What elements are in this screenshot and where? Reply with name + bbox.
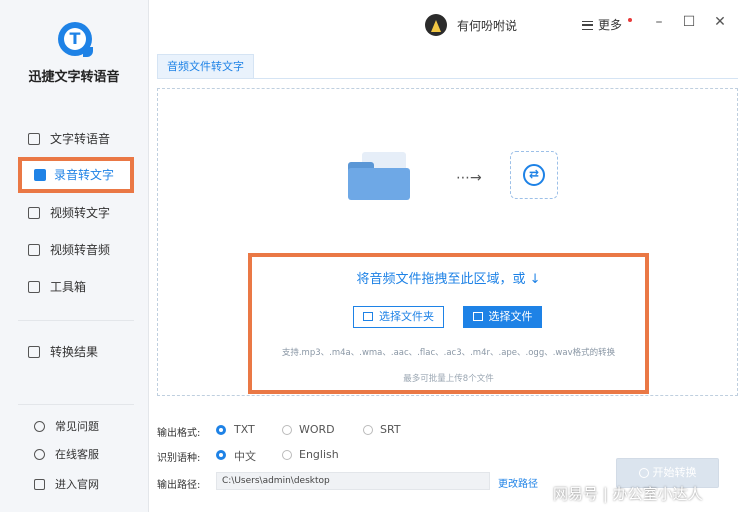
close-icon[interactable]: ✕ — [710, 12, 730, 32]
recording-to-text-icon — [34, 169, 46, 181]
sidebar-item-text-to-speech[interactable]: 文字转语音 — [28, 126, 110, 152]
radio-chinese[interactable] — [216, 450, 226, 460]
sidebar-item-label: 视频转音频 — [50, 243, 111, 257]
select-folder-label: 选择文件夹 — [379, 310, 434, 323]
sidebar-item-video-to-text[interactable]: 视频转文字 — [28, 200, 110, 226]
convert-icon: ⇄ — [523, 164, 545, 186]
folder-outline-icon — [363, 312, 373, 321]
minimize-icon[interactable]: – — [649, 12, 669, 32]
sidebar-divider — [18, 404, 134, 405]
help-icon — [34, 421, 45, 432]
menu-icon — [582, 21, 593, 30]
language-label: 识别语种: — [157, 453, 201, 464]
radio-english-label: English — [299, 448, 339, 461]
watermark: 网易号 | 办公室小达人 — [553, 485, 703, 503]
dropzone-instruction: 将音频文件拖拽至此区域，或 ↓ — [356, 272, 541, 287]
convert-icon-box: ⇄ — [510, 151, 558, 199]
supported-formats-text: 支持.mp3、.m4a、.wma、.aac、.flac、.ac3、.m4r、.a… — [281, 348, 616, 358]
sidebar-item-toolbox[interactable]: 工具箱 — [28, 274, 86, 300]
select-file-button[interactable]: 选择文件 — [463, 306, 542, 328]
select-file-label: 选择文件 — [488, 310, 533, 323]
more-label: 更多 — [598, 18, 623, 32]
sidebar-divider — [18, 320, 134, 321]
folder-icon — [348, 152, 410, 200]
sidebar-footer-support[interactable]: 在线客服 — [34, 446, 99, 462]
more-menu-button[interactable]: 更多 — [582, 16, 622, 33]
sidebar-footer-label: 在线客服 — [55, 448, 99, 461]
sidebar-item-label: 视频转文字 — [50, 206, 111, 220]
sidebar-item-label: 录音转文字 — [54, 168, 115, 182]
monitor-icon — [34, 479, 45, 490]
select-folder-button[interactable]: 选择文件夹 — [353, 306, 444, 328]
arrow-right-icon: ⋯→ — [456, 170, 482, 186]
video-to-audio-icon — [28, 244, 40, 256]
max-files-text: 最多可批量上传8个文件 — [403, 374, 494, 384]
results-icon — [28, 346, 40, 358]
app-logo-icon: T — [58, 22, 93, 57]
video-to-text-icon — [28, 207, 40, 219]
output-path-input[interactable]: C:\Users\admin\desktop — [216, 472, 490, 490]
username[interactable]: 有何吩咐说 — [457, 17, 517, 34]
sidebar-footer-label: 常见问题 — [55, 420, 99, 433]
sidebar-item-recording-to-text[interactable]: 录音转文字 — [18, 157, 134, 193]
output-path-label: 输出路径: — [157, 480, 201, 491]
radio-txt-label: TXT — [234, 423, 255, 436]
sidebar-item-label: 转换结果 — [50, 345, 99, 359]
app-name: 迅捷文字转语音 — [28, 70, 120, 85]
radio-english[interactable] — [282, 450, 292, 460]
radio-txt[interactable] — [216, 425, 226, 435]
toolbox-icon — [28, 281, 40, 293]
change-path-link[interactable]: 更改路径 — [498, 475, 538, 490]
start-convert-label: 开始转换 — [652, 466, 697, 479]
tab-underline — [157, 78, 738, 79]
radio-word-label: WORD — [299, 423, 335, 436]
radio-word[interactable] — [282, 425, 292, 435]
sidebar-footer-website[interactable]: 进入官网 — [34, 476, 99, 492]
add-file-icon — [472, 312, 483, 321]
sidebar-item-results[interactable]: 转换结果 — [28, 339, 98, 365]
sidebar: T 迅捷文字转语音 文字转语音 录音转文字 视频转文字 视频转音频 工具箱 转换… — [0, 0, 149, 512]
headset-icon — [34, 449, 45, 460]
sidebar-footer-faq[interactable]: 常见问题 — [34, 418, 99, 434]
notification-dot — [628, 18, 632, 22]
text-to-speech-icon — [28, 133, 40, 145]
radio-srt-label: SRT — [380, 423, 401, 436]
tab-audio-to-text[interactable]: 音频文件转文字 — [157, 54, 254, 79]
sidebar-item-label: 工具箱 — [50, 280, 87, 294]
sidebar-item-label: 文字转语音 — [50, 132, 111, 146]
sidebar-item-video-to-audio[interactable]: 视频转音频 — [28, 237, 110, 263]
sidebar-footer-label: 进入官网 — [55, 478, 99, 491]
play-icon — [638, 468, 649, 478]
user-avatar[interactable] — [425, 14, 447, 36]
maximize-icon[interactable]: ☐ — [679, 12, 699, 32]
radio-srt[interactable] — [363, 425, 373, 435]
radio-chinese-label: 中文 — [234, 450, 256, 463]
output-format-label: 输出格式: — [157, 428, 201, 439]
